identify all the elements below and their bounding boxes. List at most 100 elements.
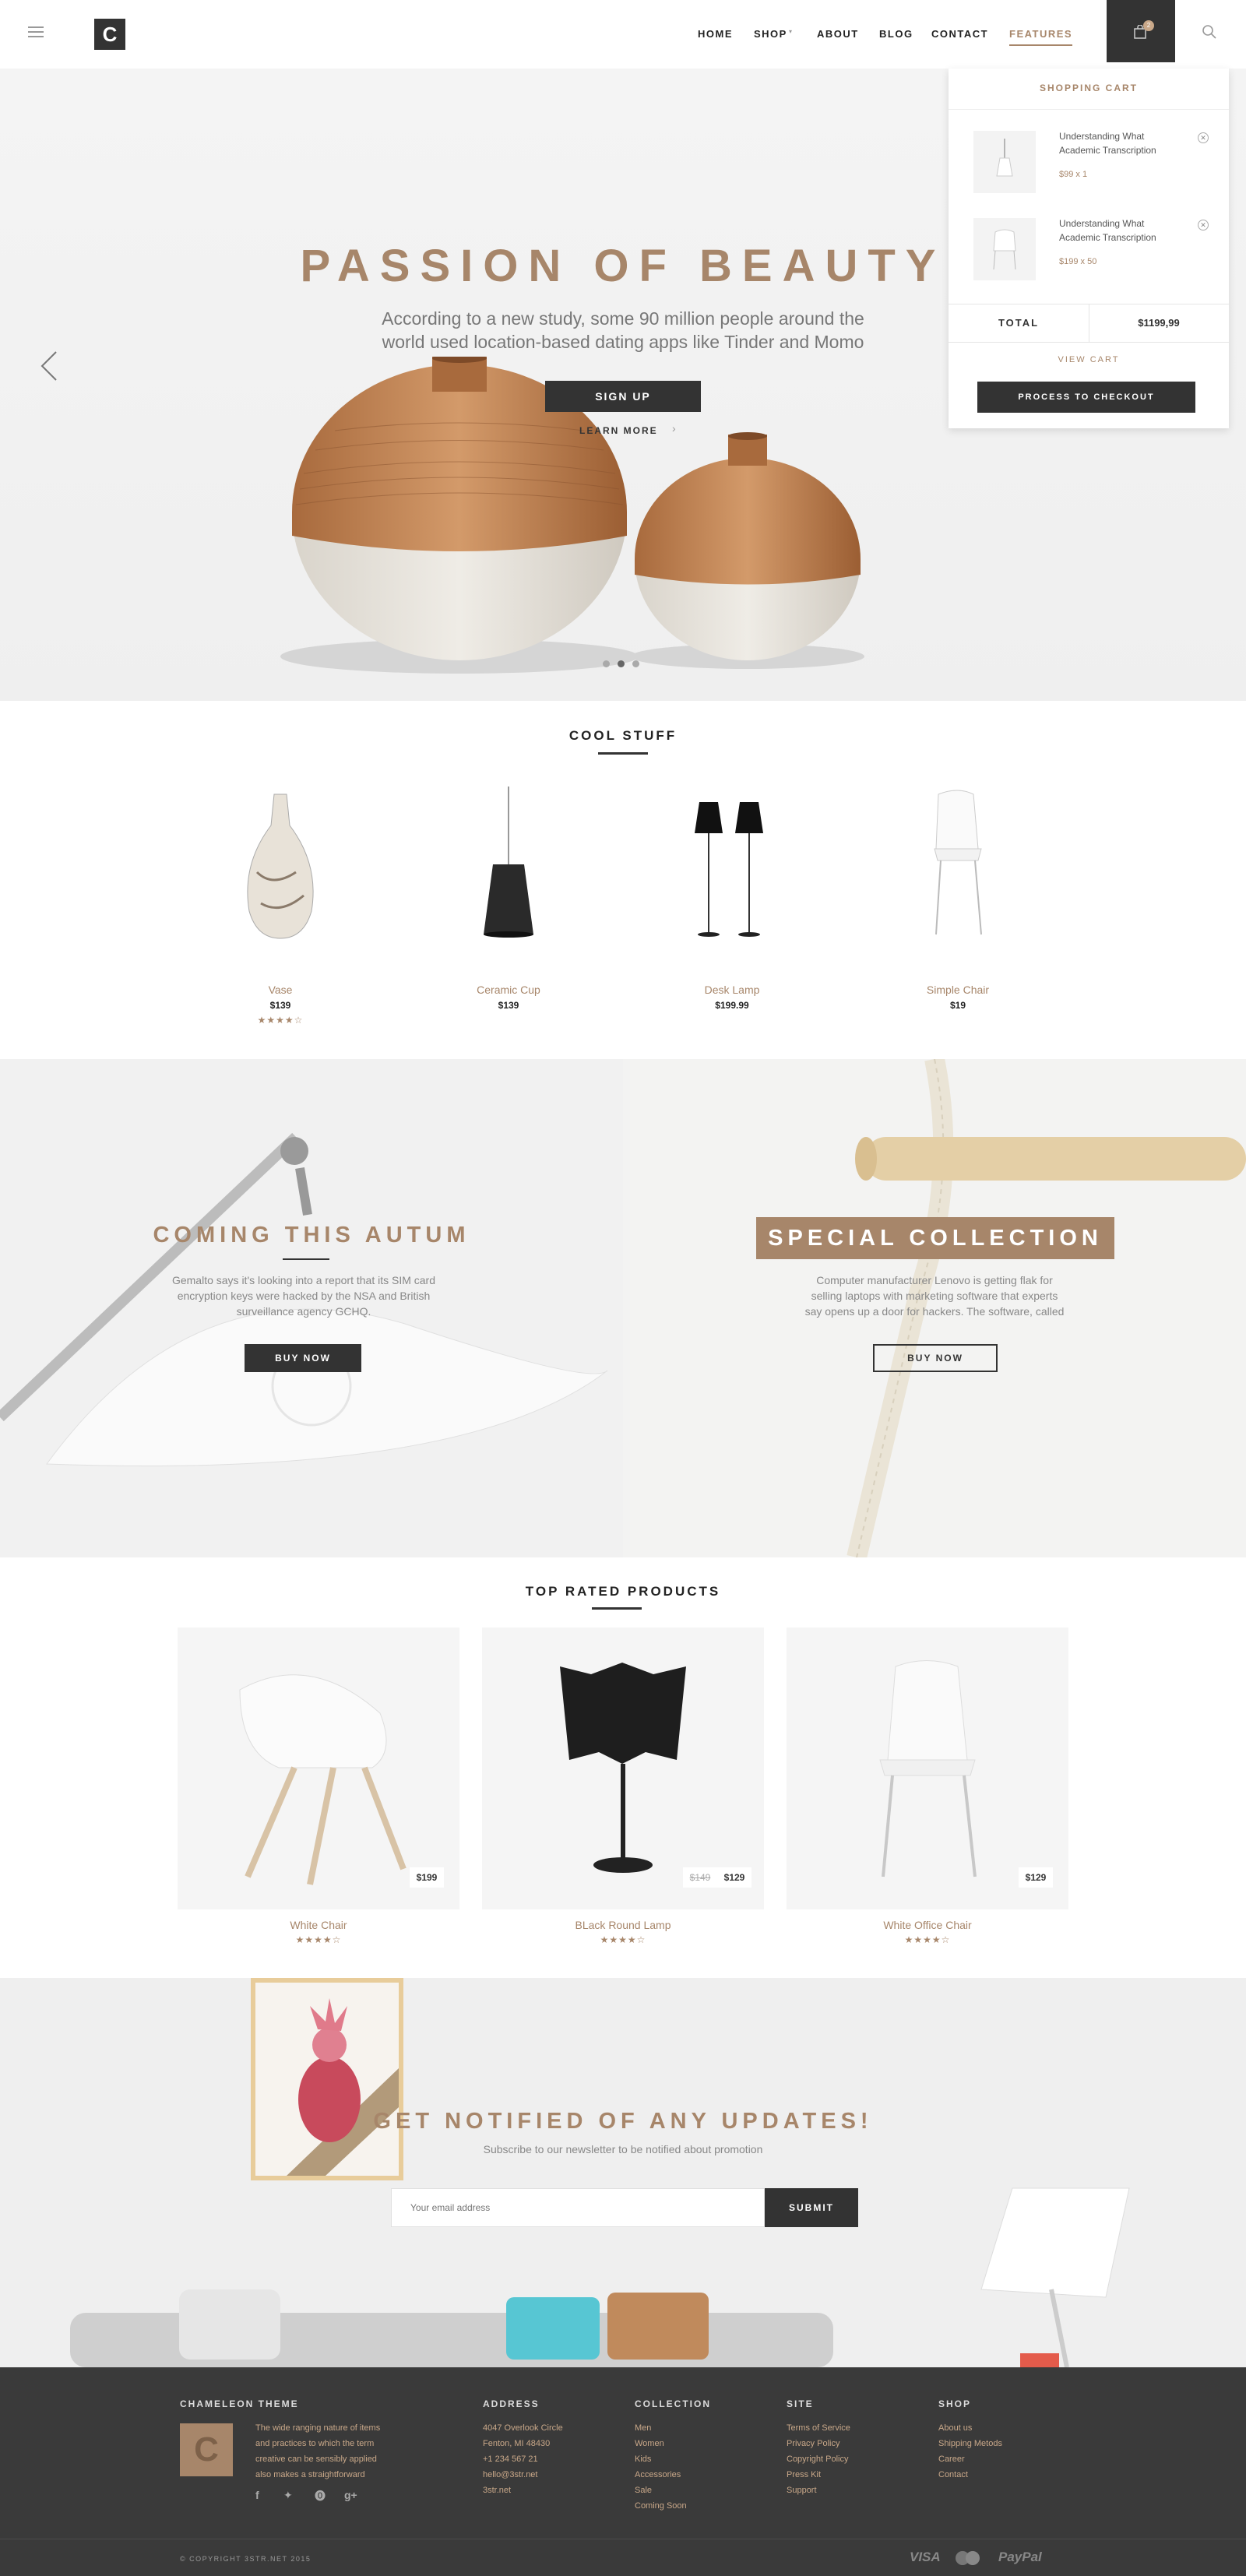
remove-icon[interactable]: ✕ xyxy=(1198,220,1209,231)
product-card[interactable]: Ceramic Cup $139 xyxy=(431,779,586,1036)
logo[interactable]: C xyxy=(94,19,125,50)
buy-now-outline-button[interactable]: BUY NOW xyxy=(873,1344,998,1372)
slider-dot[interactable] xyxy=(603,660,610,667)
product-card[interactable]: $129 White Office Chair ★★★★☆ xyxy=(787,1628,1068,1955)
slider-dot-active[interactable] xyxy=(618,660,625,667)
footer-link[interactable]: Sale xyxy=(635,2483,687,2498)
product-name[interactable]: Simple Chair xyxy=(880,984,1036,996)
price-tag: $129 xyxy=(1019,1867,1053,1888)
footer-link[interactable]: Women xyxy=(635,2436,687,2451)
promo-left-title: COMING THIS AUTUM xyxy=(153,1223,470,1248)
submit-button[interactable]: SUBMIT xyxy=(765,2188,858,2227)
mastercard-icon xyxy=(956,2551,984,2565)
pinterest-icon[interactable]: ⓿ xyxy=(315,2488,326,2504)
nav-blog[interactable]: BLOG xyxy=(879,28,913,40)
vase-image xyxy=(247,794,314,939)
footer-site-links: Terms of Service Privacy Policy Copyrigh… xyxy=(787,2420,850,2498)
footer-link[interactable]: Kids xyxy=(635,2451,687,2467)
cart-total-row: TOTAL $1199,99 xyxy=(949,304,1229,343)
rating-stars: ★★★★☆ xyxy=(257,1015,304,1026)
slider-dot[interactable] xyxy=(632,660,639,667)
footer-link[interactable]: Terms of Service xyxy=(787,2420,850,2436)
newsletter-subtitle: Subscribe to our newsletter to be notifi… xyxy=(483,2143,763,2155)
view-cart-link[interactable]: VIEW CART xyxy=(949,355,1229,364)
remove-icon[interactable]: ✕ xyxy=(1198,132,1209,143)
sofa-image xyxy=(70,2289,833,2367)
nav-home[interactable]: HOME xyxy=(698,28,733,40)
total-label: TOTAL xyxy=(998,317,1040,329)
product-image-frame: $199 xyxy=(178,1628,459,1909)
footer-link[interactable]: Accessories xyxy=(635,2467,687,2483)
product-name[interactable]: White Chair xyxy=(178,1919,459,1931)
menu-icon[interactable] xyxy=(28,26,44,37)
hero-subtitle-2: world used location-based dating apps li… xyxy=(382,332,864,352)
product-name[interactable]: Desk Lamp xyxy=(654,984,810,996)
chevron-right-icon: › xyxy=(672,422,676,435)
cart-item-name-2: Academic Transcription xyxy=(1059,232,1156,243)
product-name[interactable]: White Office Chair xyxy=(787,1919,1068,1931)
footer-shop-links: About us Shipping Metods Career Contact xyxy=(938,2420,1002,2483)
cool-stuff-title: COOL STUFF xyxy=(568,728,678,743)
rating-stars: ★★★★☆ xyxy=(600,1934,646,1945)
footer-link[interactable]: Career xyxy=(938,2451,1002,2467)
newsletter-title: GET NOTIFIED OF ANY UPDATES! xyxy=(373,2109,873,2134)
product-price: $139 xyxy=(269,1000,291,1011)
promo-banner-right: SPECIAL COLLECTION Computer manufacturer… xyxy=(623,1059,1246,1557)
cart-button[interactable]: 2 xyxy=(1107,0,1175,62)
promo-left-text-1: Gemalto says it's looking into a report … xyxy=(171,1274,436,1286)
total-value: $1199,99 xyxy=(1138,317,1180,329)
product-image-frame: $129 xyxy=(787,1628,1068,1909)
footer-link[interactable]: Press Kit xyxy=(787,2467,850,2483)
product-price: $19 xyxy=(949,1000,966,1011)
price-tag: $129 xyxy=(717,1867,751,1888)
footer-link[interactable]: Coming Soon xyxy=(635,2498,687,2514)
newsletter-section: GET NOTIFIED OF ANY UPDATES! Subscribe t… xyxy=(0,1978,1246,2367)
search-icon[interactable] xyxy=(1202,24,1217,40)
product-name[interactable]: Vase xyxy=(202,984,358,996)
nav-features[interactable]: FEATURES xyxy=(1009,28,1073,46)
google-plus-icon[interactable]: g+ xyxy=(344,2489,357,2501)
product-card[interactable]: $199 White Chair ★★★★☆ xyxy=(178,1628,459,1955)
rating-stars: ★★★★☆ xyxy=(295,1934,342,1945)
copyright: © COPYRIGHT 3STR.NET 2015 xyxy=(180,2555,312,2563)
footer-shop-title: SHOP xyxy=(938,2398,972,2409)
footer-link[interactable]: Copyright Policy xyxy=(787,2451,850,2467)
nav-shop[interactable]: SHOP xyxy=(754,28,787,40)
footer-link[interactable]: About us xyxy=(938,2420,1002,2436)
signup-button[interactable]: SIGN UP xyxy=(545,381,701,412)
facebook-icon[interactable]: f xyxy=(255,2489,259,2501)
footer-link[interactable]: Shipping Metods xyxy=(938,2436,1002,2451)
footer-logo[interactable]: C xyxy=(180,2423,233,2476)
product-name[interactable]: Ceramic Cup xyxy=(431,984,586,996)
visa-icon: VISA xyxy=(910,2550,941,2564)
footer-link[interactable]: Support xyxy=(787,2483,850,2498)
buy-now-button[interactable]: BUY NOW xyxy=(245,1344,361,1372)
footer-link[interactable]: Men xyxy=(635,2420,687,2436)
hero-title: PASSION OF BEAUTY xyxy=(300,241,946,291)
product-card[interactable]: Vase $139 ★★★★☆ xyxy=(202,779,358,1036)
product-name[interactable]: BLack Round Lamp xyxy=(482,1919,764,1931)
footer-link[interactable]: Contact xyxy=(938,2467,1002,2483)
checkout-button[interactable]: PROCESS TO CHECKOUT xyxy=(977,382,1195,413)
product-card[interactable]: $149 $129 BLack Round Lamp ★★★★☆ xyxy=(482,1628,764,1955)
nav-about[interactable]: ABOUT xyxy=(817,28,859,40)
top-rated-title: TOP RATED PRODUCTS xyxy=(525,1584,721,1599)
promo-left-text-3: surveillance agency GCHQ. xyxy=(236,1305,371,1318)
footer-link[interactable]: Privacy Policy xyxy=(787,2436,850,2451)
learn-more-link[interactable]: LEARN MORE xyxy=(579,425,658,436)
cart-item[interactable]: Understanding What Academic Transcriptio… xyxy=(973,131,1209,196)
twitter-icon[interactable]: ✦ xyxy=(283,2489,293,2502)
product-card[interactable]: Simple Chair $19 xyxy=(880,779,1036,1036)
cart-item-name-1: Understanding What xyxy=(1059,218,1145,229)
pendant-lamp-image xyxy=(484,787,533,938)
nav-contact[interactable]: CONTACT xyxy=(931,28,988,40)
footer-brand-title: CHAMELEON THEME xyxy=(180,2398,299,2409)
desk-lamp-image xyxy=(695,802,763,937)
cart-item[interactable]: Understanding What Academic Transcriptio… xyxy=(973,218,1209,283)
footer-collection-links: Men Women Kids Accessories Sale Coming S… xyxy=(635,2420,687,2514)
product-card[interactable]: Desk Lamp $199.99 xyxy=(654,779,810,1036)
promo-right-text-3: say opens up a door for hackers. The sof… xyxy=(804,1305,1065,1318)
email-input[interactable] xyxy=(391,2188,765,2227)
promo-banner-left: COMING THIS AUTUM Gemalto says it's look… xyxy=(0,1059,623,1557)
slider-prev-arrow[interactable] xyxy=(40,350,58,382)
